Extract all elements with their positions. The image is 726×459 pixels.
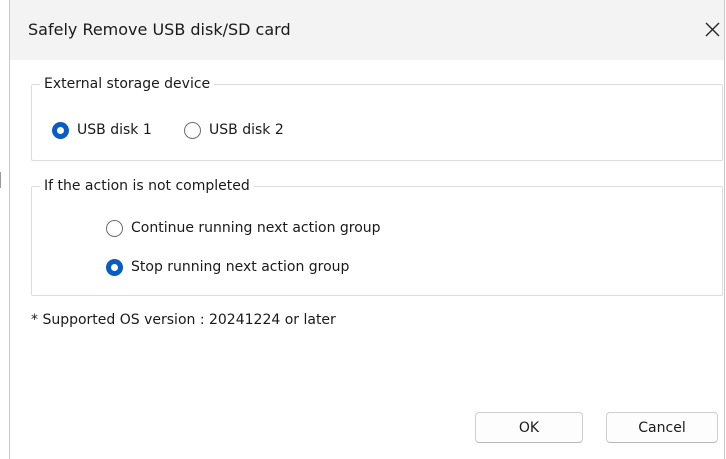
action-failure-legend: If the action is not completed <box>40 176 254 196</box>
supported-os-note: * Supported OS version : 20241224 or lat… <box>31 312 336 328</box>
storage-device-group: External storage device USB disk 1 USB d… <box>31 74 723 161</box>
radio-unselected-icon[interactable] <box>184 121 201 139</box>
radio-usb-disk-2-label: USB disk 2 <box>209 122 284 138</box>
background-window-edge <box>0 172 5 188</box>
storage-device-legend: External storage device <box>40 74 215 94</box>
radio-usb-disk-1-label: USB disk 1 <box>77 122 152 138</box>
action-failure-group: If the action is not completed Continue … <box>31 176 723 296</box>
dialog-title: Safely Remove USB disk/SD card <box>28 20 291 39</box>
close-icon <box>705 22 720 37</box>
radio-selected-icon[interactable] <box>106 258 123 276</box>
radio-unselected-icon[interactable] <box>106 219 123 237</box>
radio-selected-icon[interactable] <box>52 121 69 139</box>
cancel-button[interactable]: Cancel <box>606 412 718 443</box>
remove-usb-dialog: Safely Remove USB disk/SD card External … <box>9 0 725 459</box>
radio-continue-next-group[interactable]: Continue running next action group <box>106 216 381 240</box>
close-button[interactable] <box>702 14 724 44</box>
radio-usb-disk-1[interactable]: USB disk 1 <box>52 118 152 142</box>
radio-usb-disk-2[interactable]: USB disk 2 <box>184 118 284 142</box>
radio-stop-next-group-label: Stop running next action group <box>131 259 350 275</box>
radio-stop-next-group[interactable]: Stop running next action group <box>106 255 349 279</box>
ok-button[interactable]: OK <box>475 412 583 443</box>
title-bar: Safely Remove USB disk/SD card <box>10 0 724 60</box>
radio-continue-next-group-label: Continue running next action group <box>131 220 381 236</box>
